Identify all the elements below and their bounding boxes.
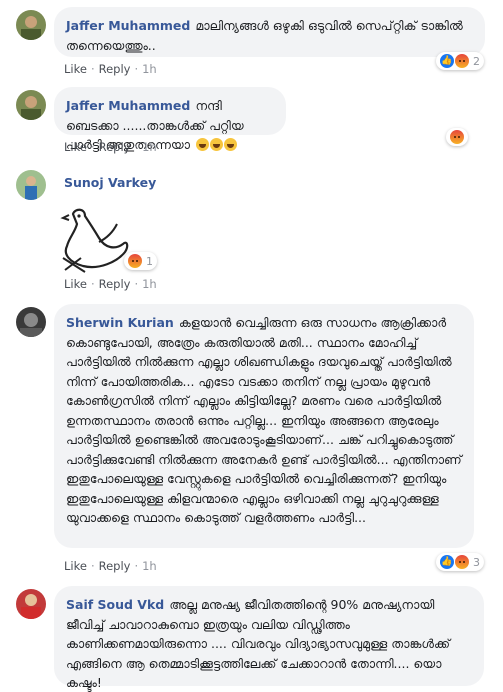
separator: · (90, 62, 95, 76)
avatar[interactable] (16, 10, 46, 40)
comment-3: Sunoj Varkey 1 Like · Reply · 1h (0, 162, 503, 297)
reply-link[interactable]: Reply (99, 559, 131, 573)
avatar-jaffer-image (16, 10, 46, 40)
reaction-summary[interactable] (446, 128, 468, 146)
separator: · (134, 277, 139, 291)
comment-time[interactable]: 1h (142, 140, 157, 154)
avatar[interactable] (16, 307, 46, 337)
reply-link[interactable]: Reply (99, 277, 131, 291)
comment-actions: Like · Reply · 1h (64, 559, 157, 573)
separator: · (134, 559, 139, 573)
sticker-image[interactable] (55, 198, 135, 278)
laugh-emoji (196, 138, 210, 151)
reaction-summary[interactable]: 👍 3 (436, 553, 484, 571)
comment-time[interactable]: 1h (142, 559, 157, 573)
laugh-emoji (224, 138, 238, 151)
reaction-count: 3 (473, 555, 480, 569)
comment-4: Sherwin Kurian കളയാൻ വെച്ചിരുന്ന ഒരു സാധ… (0, 297, 503, 577)
like-link[interactable]: Like (64, 62, 87, 76)
reply-link[interactable]: Reply (99, 140, 131, 154)
like-reaction-icon: 👍 (440, 555, 454, 569)
comment-author[interactable]: Jaffer Muhammed (66, 18, 190, 33)
angry-reaction-icon (128, 254, 142, 268)
comment-author[interactable]: Sunoj Varkey (64, 175, 156, 190)
reaction-count: 2 (473, 54, 480, 68)
like-link[interactable]: Like (64, 559, 87, 573)
reply-link[interactable]: Reply (99, 62, 131, 76)
laugh-emoji (210, 138, 224, 151)
comment-bubble: Jaffer Muhammed നന്ദി ബെടക്കാ ......താങ്… (54, 87, 286, 152)
comment-author[interactable]: Sherwin Kurian (66, 315, 174, 330)
bird-sticker-icon (60, 208, 129, 273)
avatar[interactable] (16, 170, 46, 200)
like-link[interactable]: Like (64, 140, 87, 154)
separator: · (90, 277, 95, 291)
comment-bubble: Sherwin Kurian കളയാൻ വെച്ചിരുന്ന ഒരു സാധ… (54, 304, 474, 548)
comment-5: Saif Soud Vkd അല്ല മനുഷ്യ ജീവിതത്തിന്റെ … (0, 577, 503, 690)
comment-bubble: Jaffer Muhammed മാലിന്യങ്ങൾ ഒഴുകി ഒടുവിൽ… (54, 7, 485, 57)
separator: · (134, 62, 139, 76)
comment-actions: Like · Reply · 1h (64, 140, 157, 154)
reaction-summary[interactable]: 1 (124, 252, 157, 270)
angry-reaction-icon (455, 54, 469, 68)
avatar[interactable] (16, 589, 46, 619)
angry-reaction-icon (455, 555, 469, 569)
comment-text: കളയാൻ വെച്ചിരുന്ന ഒരു സാധനം ആക്രിക്കാർ ക… (66, 315, 462, 525)
comment-actions: Like · Reply · 1h (64, 277, 157, 291)
separator: · (134, 140, 139, 154)
like-link[interactable]: Like (64, 277, 87, 291)
comment-1: Jaffer Muhammed മാലിന്യങ്ങൾ ഒഴുകി ഒടുവിൽ… (0, 0, 503, 82)
angry-reaction-icon (450, 130, 464, 144)
separator: · (90, 559, 95, 573)
comment-actions: Like · Reply · 1h (64, 62, 157, 76)
reaction-summary[interactable]: 👍 2 (436, 52, 484, 70)
avatar-sherwin-image (16, 307, 46, 337)
like-reaction-icon: 👍 (440, 54, 454, 68)
comment-author[interactable]: Jaffer Muhammed (66, 98, 190, 113)
avatar-saif-image (16, 589, 46, 619)
comment-2: Jaffer Muhammed നന്ദി ബെടക്കാ ......താങ്… (0, 82, 503, 162)
avatar-jaffer-image (16, 90, 46, 120)
avatar-sunoj-image (16, 170, 46, 200)
reaction-count: 1 (146, 254, 153, 268)
comment-time[interactable]: 1h (142, 277, 157, 291)
comment-author[interactable]: Saif Soud Vkd (66, 597, 164, 612)
comment-bubble: Saif Soud Vkd അല്ല മനുഷ്യ ജീവിതത്തിന്റെ … (54, 586, 484, 690)
separator: · (90, 140, 95, 154)
avatar[interactable] (16, 90, 46, 120)
comment-time[interactable]: 1h (142, 62, 157, 76)
